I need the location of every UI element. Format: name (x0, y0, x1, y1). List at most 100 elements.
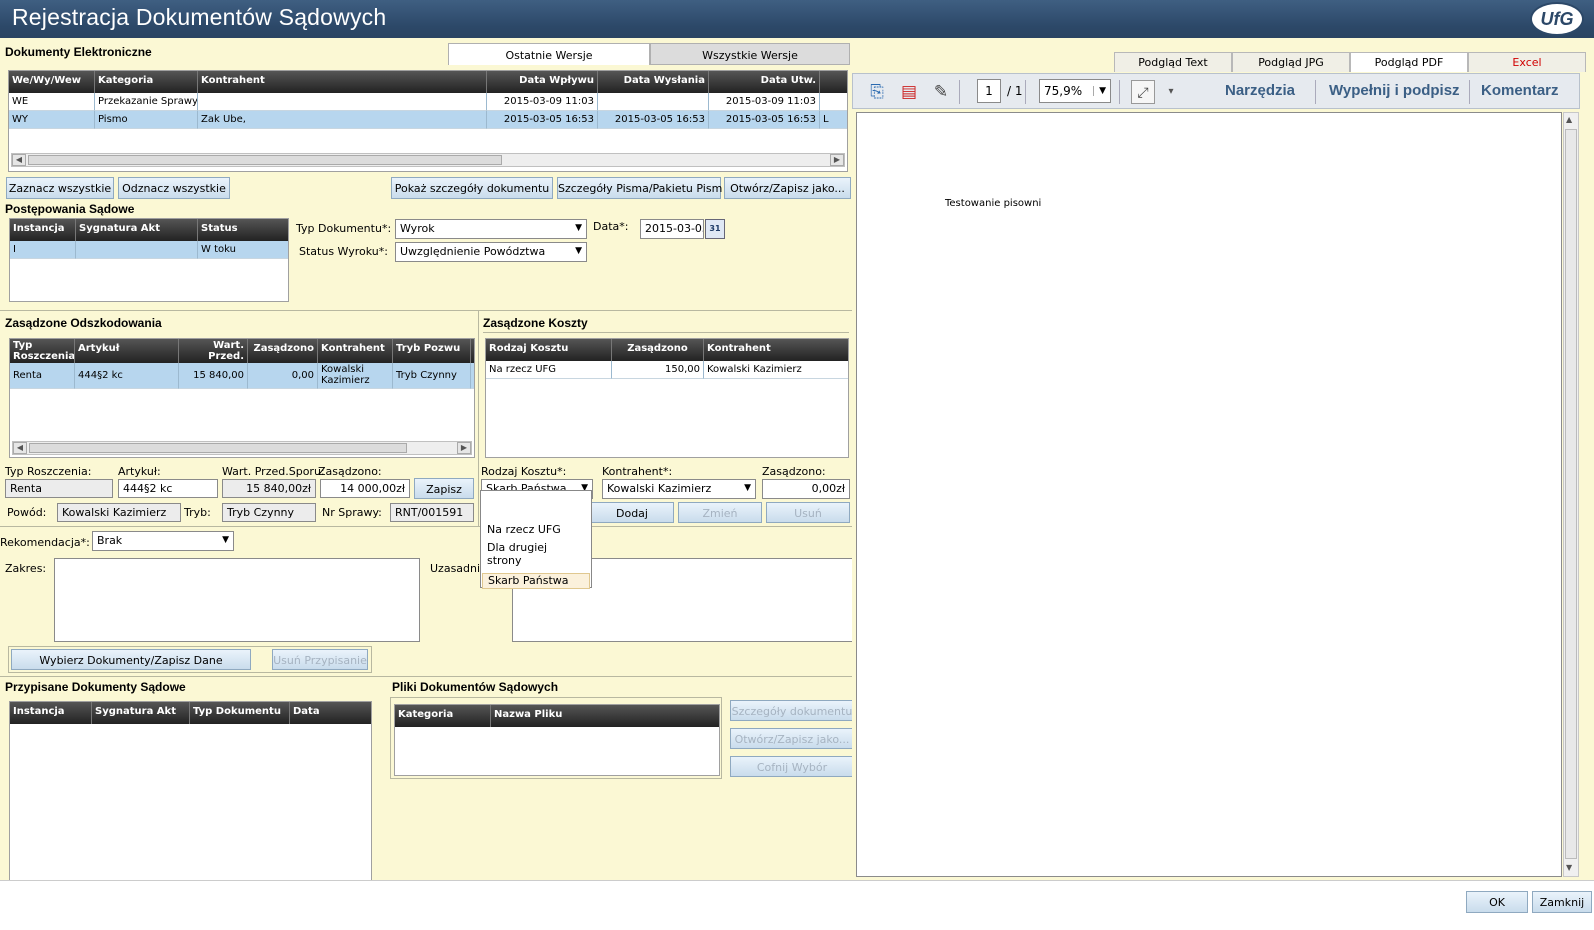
file-open-save-button[interactable]: Otwórz/Zapisz jako... (730, 728, 854, 749)
pdf-document-view[interactable]: Testowanie pisowni (856, 112, 1562, 877)
show-document-details-button[interactable]: Pokaż szczegóły dokumentu (391, 177, 553, 199)
scroll-thumb[interactable] (28, 155, 502, 165)
tab-preview-pdf[interactable]: Podgląd PDF (1350, 52, 1468, 72)
col-header[interactable]: Typ Roszczenia (10, 339, 75, 363)
close-button[interactable]: Zamknij (1532, 891, 1592, 913)
col-header[interactable]: Data Wpływu (487, 71, 598, 93)
create-pdf-icon[interactable]: ▤ (897, 80, 921, 104)
calendar-icon[interactable]: 31 (705, 219, 725, 239)
table-row[interactable]: Na rzecz UFG 150,00 Kowalski Kazimierz (486, 361, 848, 379)
delete-cost-button[interactable]: Usuń (766, 502, 850, 523)
undo-selection-button[interactable]: Cofnij Wybór (730, 756, 854, 777)
tab-all-versions[interactable]: Wszystkie Wersje (650, 43, 850, 65)
scope-textarea[interactable] (54, 558, 420, 642)
mode-field[interactable]: Tryb Czynny (222, 503, 316, 522)
col-header[interactable]: Nazwa Pliku (491, 705, 719, 727)
tab-preview-text[interactable]: Podgląd Text (1114, 52, 1232, 72)
tab-preview-jpg[interactable]: Podgląd JPG (1232, 52, 1350, 72)
col-header[interactable]: Sygnatura Akt (92, 702, 190, 724)
document-type-select[interactable]: Wyrok ▼ (395, 219, 587, 239)
scroll-left-icon[interactable]: ◀ (12, 154, 26, 166)
cost-type-dropdown: Na rzecz UFG Dla drugiej strony Skarb Pa… (480, 490, 592, 589)
scroll-right-icon[interactable]: ▶ (457, 442, 471, 454)
col-header[interactable]: Kontrahent (318, 339, 393, 363)
open-file-icon[interactable]: ⎘ (865, 80, 889, 104)
col-header[interactable]: Instancja (10, 702, 92, 724)
awarded-amount-field[interactable]: 14 000,00zł (320, 479, 410, 498)
plaintiff-field[interactable]: Kowalski Kazimierz (57, 503, 181, 522)
col-header[interactable]: Data (290, 702, 371, 724)
col-header[interactable]: Zasądzono (612, 339, 704, 361)
zoom-select[interactable]: 75,9% ▼ (1039, 79, 1111, 103)
scroll-left-icon[interactable]: ◀ (13, 442, 27, 454)
scroll-up-icon[interactable]: ▲ (1566, 115, 1572, 124)
col-header[interactable]: Tryb Pozwu (393, 339, 471, 363)
table-row-selected[interactable]: Renta 444§2 kc 15 840,00 0,00 Kowalski K… (10, 363, 474, 389)
tab-excel[interactable]: Excel (1468, 52, 1586, 72)
change-cost-button[interactable]: Zmień (678, 502, 762, 523)
tools-button[interactable]: Narzędzia (1225, 82, 1295, 99)
col-header[interactable]: Sygnatura Akt (76, 219, 198, 241)
scroll-right-icon[interactable]: ▶ (830, 154, 844, 166)
deselect-all-button[interactable]: Odznacz wszystkie (118, 177, 230, 199)
date-input[interactable]: 2015-03-03 (640, 219, 704, 239)
dropdown-option[interactable]: Dla drugiej strony (487, 541, 577, 567)
horizontal-scrollbar[interactable]: ◀ ▶ (12, 441, 472, 455)
table-row-selected[interactable]: I W toku (10, 241, 288, 259)
fill-sign-button[interactable]: Wypełnij i podpisz (1329, 82, 1460, 99)
col-header[interactable]: Zasądzono (248, 339, 318, 363)
claim-type-field[interactable]: Renta (5, 479, 113, 498)
col-header[interactable]: We/Wy/Wew (9, 71, 95, 93)
recommendation-select[interactable]: Brak ▼ (92, 531, 234, 551)
save-compensation-button[interactable]: Zapisz (414, 478, 474, 499)
choose-documents-button[interactable]: Wybierz Dokumenty/Zapisz Dane (11, 649, 251, 670)
date-label: Data*: (593, 220, 629, 233)
dispute-value-field[interactable]: 15 840,00zł (222, 479, 316, 498)
add-cost-button[interactable]: Dodaj (590, 502, 674, 523)
col-header[interactable]: Kategoria (95, 71, 198, 93)
horizontal-scrollbar[interactable]: ◀ ▶ (11, 153, 845, 167)
col-header[interactable]: Instancja (10, 219, 76, 241)
open-save-button[interactable]: Otwórz/Zapisz jako... (724, 177, 851, 199)
scroll-down-icon[interactable]: ▼ (1566, 863, 1572, 872)
table-row-selected[interactable]: WY Pismo Zak Ube, 2015-03-05 16:53 2015-… (9, 111, 847, 129)
remove-assignment-button[interactable]: Usuń Przypisanie (272, 649, 368, 670)
verdict-status-value: Uwzględnienie Powództwa (400, 245, 546, 258)
edit-icon[interactable]: ✎ (929, 80, 953, 104)
cell: 2015-03-09 11:03 (709, 93, 820, 111)
col-header[interactable]: Data Utw. (709, 71, 820, 93)
section-title-documents: Dokumenty Elektroniczne (5, 45, 152, 59)
col-header[interactable]: Kontrahent (704, 339, 848, 361)
table-row[interactable]: WE Przekazanie Sprawy 2015-03-09 11:03 2… (9, 93, 847, 111)
comment-button[interactable]: Komentarz (1481, 82, 1559, 99)
more-options-icon[interactable]: ▾ (1159, 80, 1183, 104)
col-header[interactable]: Nr (471, 339, 474, 363)
tab-recent-versions[interactable]: Ostatnie Wersje (448, 43, 650, 65)
col-header[interactable]: Data Wysłania (598, 71, 709, 93)
case-number-field[interactable]: RNT/001591 (390, 503, 474, 522)
col-header[interactable]: Kategoria (395, 705, 491, 727)
dropdown-option[interactable]: Na rzecz UFG (487, 523, 561, 536)
verdict-status-select[interactable]: Uwzględnienie Powództwa ▼ (395, 242, 587, 262)
scroll-thumb[interactable] (1565, 129, 1577, 859)
page-number-input[interactable]: 1 (977, 79, 1001, 103)
letter-details-button[interactable]: Szczegóły Pisma/Pakietu Pism (557, 177, 722, 199)
file-details-button[interactable]: Szczegóły dokumentu (730, 700, 854, 721)
fit-page-icon[interactable]: ⤢ (1131, 80, 1155, 104)
cost-party-select[interactable]: Kowalski Kazimierz ▼ (602, 479, 756, 499)
ok-button[interactable]: OK (1466, 891, 1528, 913)
article-field[interactable]: 444§2 kc (118, 479, 218, 498)
col-header[interactable]: Wart. Przed. Sporu (179, 339, 248, 363)
scroll-thumb[interactable] (29, 443, 407, 453)
cost-awarded-field[interactable]: 0,00zł (762, 479, 850, 499)
chevron-down-icon: ▼ (575, 246, 582, 256)
select-all-button[interactable]: Zaznacz wszystkie (6, 177, 114, 199)
vertical-scrollbar[interactable]: ▲ ▼ (1563, 112, 1579, 877)
col-header[interactable]: Rodzaj Kosztu (486, 339, 612, 361)
cost-awarded-label: Zasądzono: (762, 465, 826, 478)
col-header[interactable]: Kontrahent (198, 71, 487, 93)
col-header[interactable]: Artykuł (75, 339, 179, 363)
col-header[interactable]: Typ Dokumentu (190, 702, 290, 724)
col-header[interactable]: Status (198, 219, 288, 241)
dropdown-option-selected[interactable]: Skarb Państwa (482, 573, 590, 589)
